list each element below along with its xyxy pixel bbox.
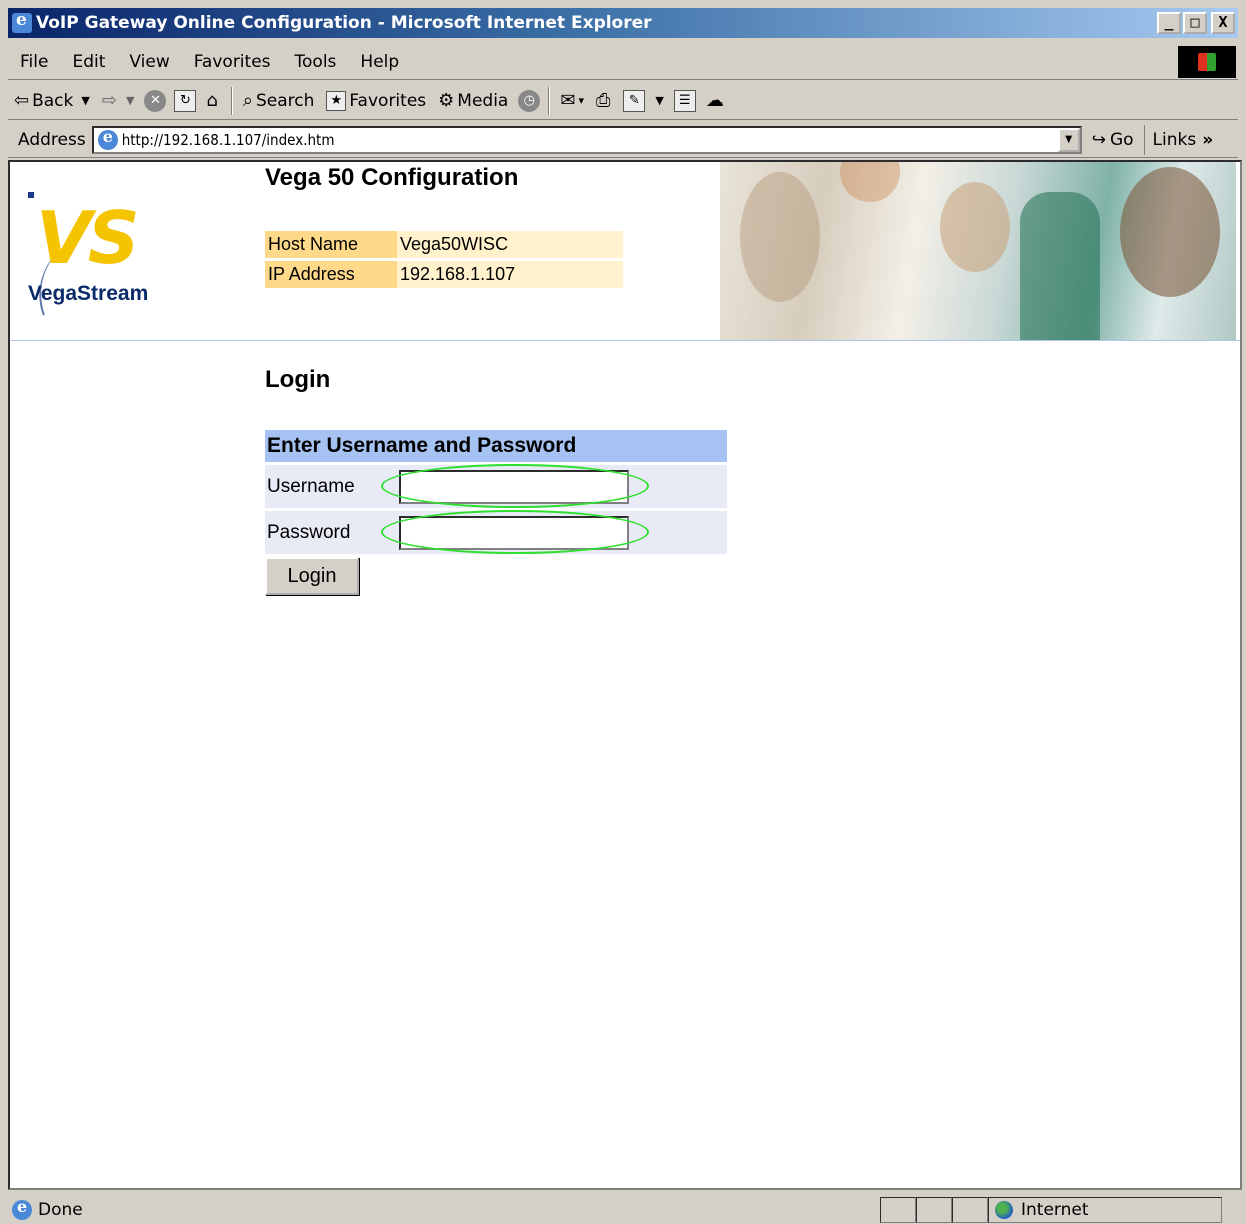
print-icon[interactable]: ⎙ — [590, 90, 619, 111]
ip-address-value: 192.168.1.107 — [397, 261, 623, 288]
refresh-icon[interactable]: ↻ — [174, 89, 197, 112]
back-label: Back — [32, 90, 74, 111]
search-button[interactable]: ⌕ Search — [237, 90, 321, 111]
title-bar[interactable]: VoIP Gateway Online Configuration - Micr… — [8, 8, 1238, 38]
internet-globe-icon — [995, 1201, 1013, 1219]
menu-edit[interactable]: Edit — [60, 52, 117, 72]
login-form: Enter Username and Password Username Pas… — [265, 430, 727, 554]
username-row: Username — [265, 463, 727, 508]
security-zone: Internet — [988, 1197, 1222, 1223]
status-bar: Done Internet — [8, 1196, 1238, 1224]
address-bar: Address http://192.168.1.107/index.htm ▼… — [8, 122, 1238, 158]
media-label: Media — [457, 90, 509, 111]
chevron-right-icon: » — [1202, 129, 1214, 150]
menu-help[interactable]: Help — [348, 52, 411, 72]
info-row: Host Name Vega50WISC — [265, 231, 623, 258]
back-icon: ⇦ — [14, 90, 30, 111]
password-input[interactable] — [399, 515, 629, 550]
favorites-label: Favorites — [349, 90, 427, 111]
page-title: Vega 50 Configuration — [265, 164, 519, 191]
search-label: Search — [255, 90, 315, 111]
page-icon — [97, 127, 118, 150]
toolbar-separator — [548, 86, 551, 115]
go-button[interactable]: ↪ Go — [1082, 130, 1144, 150]
history-icon[interactable]: ◷ — [518, 89, 541, 112]
links-label: Links — [1152, 129, 1197, 150]
address-dropdown-icon[interactable]: ▼ — [1057, 127, 1080, 152]
toolbar: ⇦ Back ▼ ⇨ ▼ ✕ ↻ ⌂ ⌕ Search ★ Favorites … — [8, 82, 1238, 120]
status-cell — [880, 1197, 916, 1223]
username-label: Username — [267, 475, 355, 497]
stop-icon[interactable]: ✕ — [144, 89, 167, 112]
status-cell — [916, 1197, 952, 1223]
edit-dropdown-icon[interactable]: ▼ — [649, 94, 669, 107]
resize-grip-icon[interactable] — [1222, 1197, 1238, 1223]
menu-tools[interactable]: Tools — [283, 52, 349, 72]
go-arrow-icon: ↪ — [1091, 129, 1106, 150]
favorites-button[interactable]: ★ Favorites — [320, 90, 432, 111]
password-row: Password — [265, 509, 727, 554]
page-status-icon — [12, 1197, 32, 1220]
ip-address-label: IP Address — [265, 261, 397, 288]
menu-view[interactable]: View — [117, 52, 181, 72]
info-row: IP Address 192.168.1.107 — [265, 261, 623, 288]
device-info-table: Host Name Vega50WISC IP Address 192.168.… — [265, 228, 623, 291]
logo-mark: VS — [36, 196, 140, 280]
status-cell — [952, 1197, 988, 1223]
address-input[interactable]: http://192.168.1.107/index.htm ▼ — [91, 125, 1082, 154]
mail-icon[interactable]: ✉ ▾ — [554, 90, 590, 111]
status-text: Done — [38, 1200, 83, 1220]
address-url[interactable]: http://192.168.1.107/index.htm — [122, 131, 335, 149]
links-button[interactable]: Links » — [1143, 124, 1222, 155]
close-button[interactable]: X — [1211, 12, 1235, 34]
toolbar-separator — [230, 86, 233, 115]
favorites-icon: ★ — [326, 90, 347, 111]
address-label: Address — [18, 129, 86, 150]
search-icon: ⌕ — [242, 90, 253, 111]
go-label: Go — [1109, 129, 1134, 150]
back-dropdown-icon[interactable]: ▼ — [81, 94, 89, 107]
logo-text: VegaStream — [28, 282, 149, 305]
forward-button[interactable]: ⇨ ▼ — [96, 90, 141, 111]
forward-icon: ⇨ — [101, 90, 117, 111]
back-button[interactable]: ⇦ Back ▼ — [8, 90, 96, 111]
login-button[interactable]: Login — [265, 557, 359, 595]
media-icon: ⚙ — [438, 90, 455, 111]
menu-bar: File Edit View Favorites Tools Help — [8, 44, 1238, 80]
host-name-value: Vega50WISC — [397, 231, 623, 258]
browser-window: VoIP Gateway Online Configuration - Micr… — [0, 0, 1246, 1224]
host-name-label: Host Name — [265, 231, 397, 258]
header-divider — [10, 340, 1240, 341]
zone-label: Internet — [1021, 1200, 1089, 1220]
login-form-header: Enter Username and Password — [265, 430, 727, 462]
windows-logo-icon — [1178, 46, 1236, 78]
password-label: Password — [267, 521, 351, 543]
discuss-icon[interactable]: ☰ — [673, 89, 696, 112]
menu-file[interactable]: File — [8, 52, 60, 72]
home-icon[interactable]: ⌂ — [200, 90, 226, 111]
media-button[interactable]: ⚙ Media — [432, 90, 514, 111]
window-title: VoIP Gateway Online Configuration - Micr… — [36, 13, 652, 33]
vegastream-logo: VS VegaStream — [22, 192, 178, 316]
edit-icon[interactable]: ✎ — [623, 89, 646, 112]
username-input[interactable] — [399, 469, 629, 504]
logo-dot — [28, 192, 34, 198]
ie-icon — [12, 10, 32, 33]
menu-favorites[interactable]: Favorites — [182, 52, 283, 72]
header-banner-image — [720, 162, 1236, 340]
maximize-button[interactable]: □ — [1183, 12, 1207, 34]
messenger-icon[interactable]: ☁ — [700, 90, 733, 111]
minimize-button[interactable]: _ — [1157, 12, 1181, 34]
page-content: VS VegaStream Vega 50 Configuration Host… — [8, 160, 1242, 1190]
login-heading: Login — [265, 366, 331, 393]
forward-dropdown-icon[interactable]: ▼ — [126, 94, 134, 107]
